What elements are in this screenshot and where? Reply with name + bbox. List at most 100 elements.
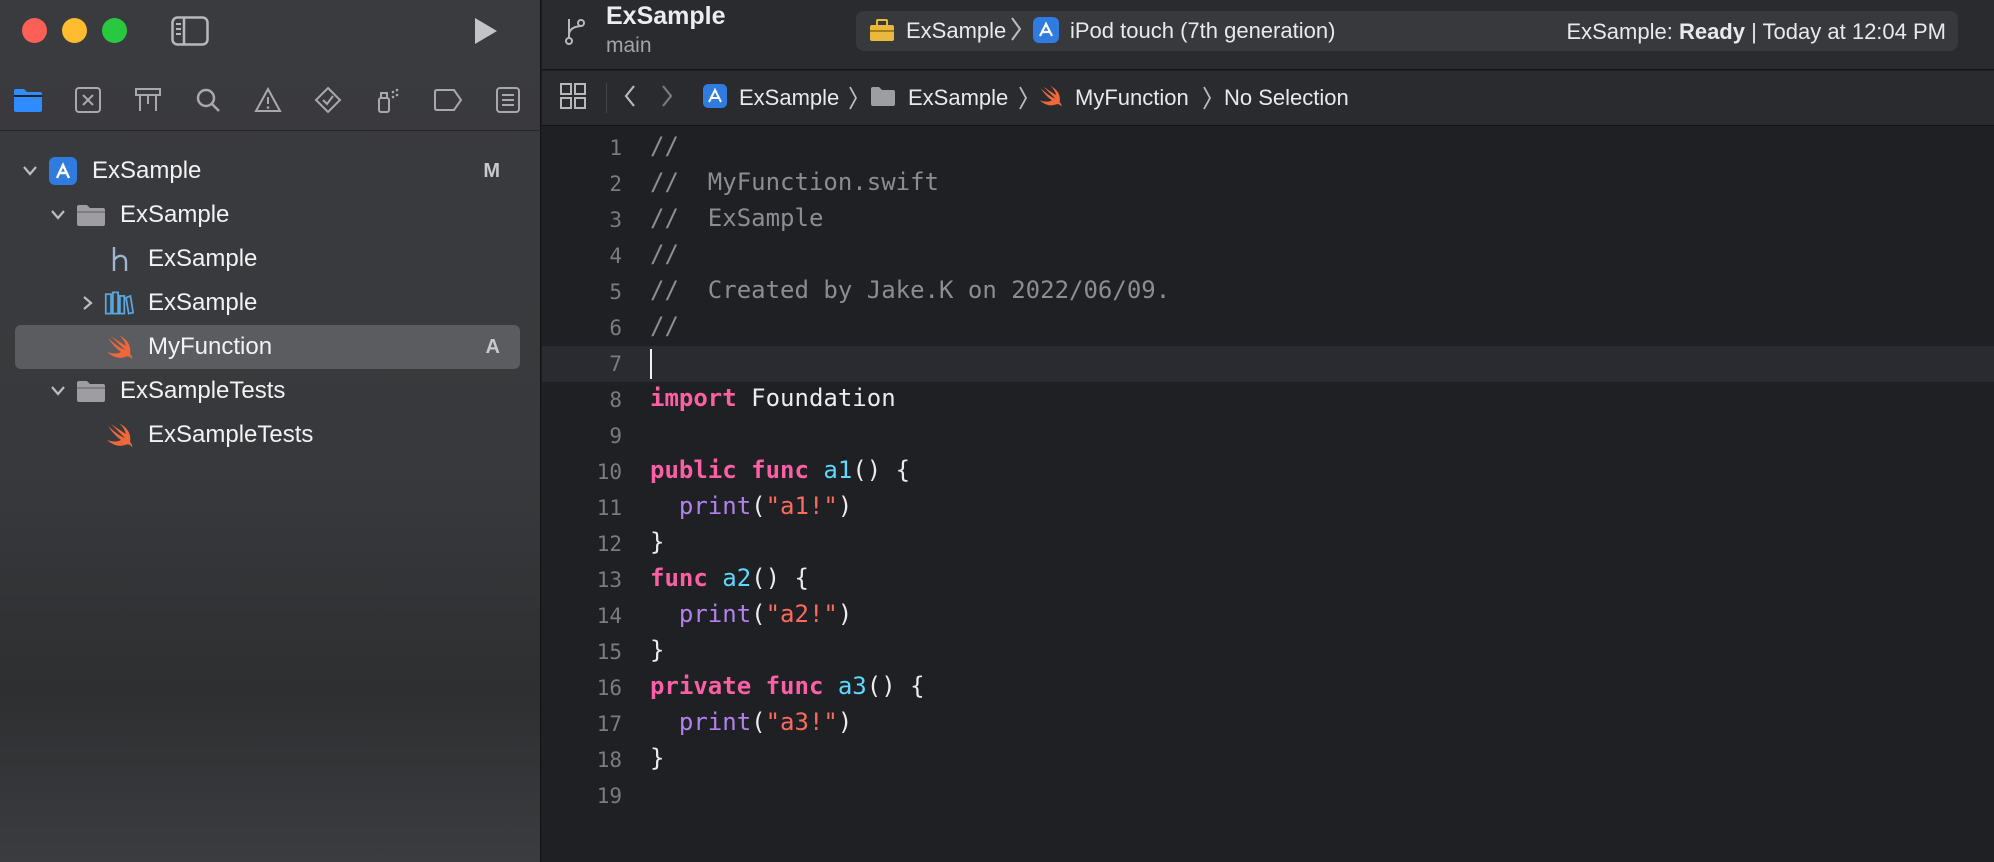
status-state: Ready: [1678, 19, 1745, 44]
code-token: //: [650, 132, 679, 160]
line-number: 5: [609, 280, 622, 304]
tree-item-label: ExSample: [120, 201, 230, 228]
code-line[interactable]: private func a3() {: [650, 672, 925, 700]
chevron-down-icon[interactable]: [48, 205, 68, 225]
activity-viewer: ExSample iPod touch (7th generation) ExS…: [856, 11, 1958, 51]
chevron-right-icon: [1202, 85, 1212, 117]
branch-name[interactable]: main: [606, 34, 652, 58]
tree-item-label: ExSample: [92, 157, 202, 184]
find-navigator-search-icon[interactable]: [192, 84, 224, 116]
code-line[interactable]: // MyFunction.swift: [650, 168, 939, 196]
jumpbar-group[interactable]: ExSample: [908, 85, 1008, 111]
code-token: func: [650, 564, 708, 592]
tree-item-header-file[interactable]: ExSample: [15, 237, 520, 281]
code-token: ): [837, 600, 853, 628]
line-number: 9: [609, 424, 622, 448]
run-play-icon[interactable]: [468, 14, 502, 48]
tree-item-library[interactable]: ExSample: [15, 281, 520, 325]
debug-navigator-spray-icon[interactable]: [372, 84, 404, 116]
tree-item-group-folder[interactable]: ExSampleTests: [15, 369, 520, 413]
close-window-button[interactable]: [22, 18, 47, 43]
sidebar-toggle-icon[interactable]: [170, 14, 210, 48]
line-number: 16: [596, 676, 622, 700]
jumpbar-project[interactable]: ExSample: [739, 85, 839, 111]
code-token: () {: [751, 564, 809, 592]
symbol-navigator-icon[interactable]: [132, 84, 164, 116]
issue-navigator-warning-icon[interactable]: [252, 84, 284, 116]
line-number: 4: [609, 244, 622, 268]
line-number: 15: [596, 640, 622, 664]
code-token: }: [650, 528, 665, 556]
back-chevron-icon[interactable]: [623, 84, 637, 108]
code-line[interactable]: //: [650, 132, 679, 160]
line-number: 10: [596, 460, 622, 484]
device-app-icon: [1032, 16, 1060, 50]
code-line[interactable]: print("a2!"): [650, 600, 852, 628]
tree-item-swift-file[interactable]: ExSampleTests: [15, 413, 520, 457]
chevron-right-icon[interactable]: [77, 293, 97, 313]
code-line[interactable]: print("a1!"): [650, 492, 852, 520]
code-token: "a2!": [765, 600, 838, 628]
project-title: ExSample: [606, 2, 726, 30]
branch-icon[interactable]: [560, 14, 590, 48]
code-line[interactable]: public func a1() {: [650, 456, 910, 484]
code-token: // ExSample: [650, 204, 824, 232]
code-line[interactable]: import Foundation: [650, 384, 896, 412]
line-number: 17: [596, 712, 622, 736]
chevron-down-icon[interactable]: [20, 161, 40, 181]
code-token: }: [650, 636, 665, 664]
tree-item-project[interactable]: ExSample M: [15, 149, 520, 193]
code-line[interactable]: }: [650, 528, 664, 556]
source-control-icon[interactable]: [72, 84, 104, 116]
navigator-sidebar: ExSample M ExSample ExSample ExSample My…: [0, 0, 541, 862]
chevron-right-icon: [1010, 16, 1022, 48]
chevron-down-icon[interactable]: [48, 381, 68, 401]
test-navigator-diamond-icon[interactable]: [312, 84, 344, 116]
swift-file-icon: [1038, 84, 1064, 108]
code-line[interactable]: // ExSample: [650, 204, 823, 232]
code-token: public: [650, 456, 737, 484]
forward-chevron-icon[interactable]: [660, 84, 674, 108]
source-editor[interactable]: 1 2 3 4 5 6 7 8 9 10 11 12 13 14 15 16 17 18 19 //// MyFun…: [542, 127, 1994, 862]
report-navigator-icon[interactable]: [492, 84, 524, 116]
code-line[interactable]: }: [650, 744, 664, 772]
code-token: (: [751, 492, 766, 520]
project-navigator-folder-icon[interactable]: [12, 84, 44, 116]
tree-item-group-folder[interactable]: ExSample: [15, 193, 520, 237]
code-line[interactable]: }: [650, 636, 664, 664]
breakpoint-navigator-icon[interactable]: [432, 84, 464, 116]
code-token: import: [650, 384, 737, 412]
line-number: 11: [596, 496, 622, 520]
library-books-icon: [104, 288, 134, 318]
chevron-right-icon: [848, 85, 858, 117]
run-destination-selector[interactable]: iPod touch (7th generation): [1070, 18, 1335, 44]
code-line[interactable]: //: [650, 312, 679, 340]
related-items-grid-icon[interactable]: [560, 82, 586, 110]
line-number: 14: [596, 604, 622, 628]
code-token: }: [650, 744, 665, 772]
status-project: ExSample:: [1566, 19, 1673, 44]
code-token: print: [678, 492, 752, 520]
scheme-selector[interactable]: ExSample: [906, 18, 1006, 44]
code-token: // Created by Jake.K on 2022/06/09.: [650, 276, 1171, 304]
zoom-window-button[interactable]: [102, 18, 127, 43]
jump-bar: ExSample ExSample MyFunction No Selectio…: [542, 71, 1994, 126]
tree-item-swift-file-selected[interactable]: MyFunction A: [15, 325, 520, 369]
minimize-window-button[interactable]: [62, 18, 87, 43]
code-line[interactable]: //: [650, 240, 679, 268]
divider: [0, 130, 541, 131]
code-line[interactable]: // Created by Jake.K on 2022/06/09.: [650, 276, 1170, 304]
code-line[interactable]: func a2() {: [650, 564, 809, 592]
jumpbar-symbol[interactable]: No Selection: [1224, 85, 1349, 111]
text-cursor: [650, 349, 652, 379]
jumpbar-file[interactable]: MyFunction: [1075, 85, 1189, 111]
code-line[interactable]: print("a3!"): [650, 708, 852, 736]
status-time: | Today at 12:04 PM: [1751, 19, 1946, 44]
code-token: "a1!": [765, 492, 838, 520]
